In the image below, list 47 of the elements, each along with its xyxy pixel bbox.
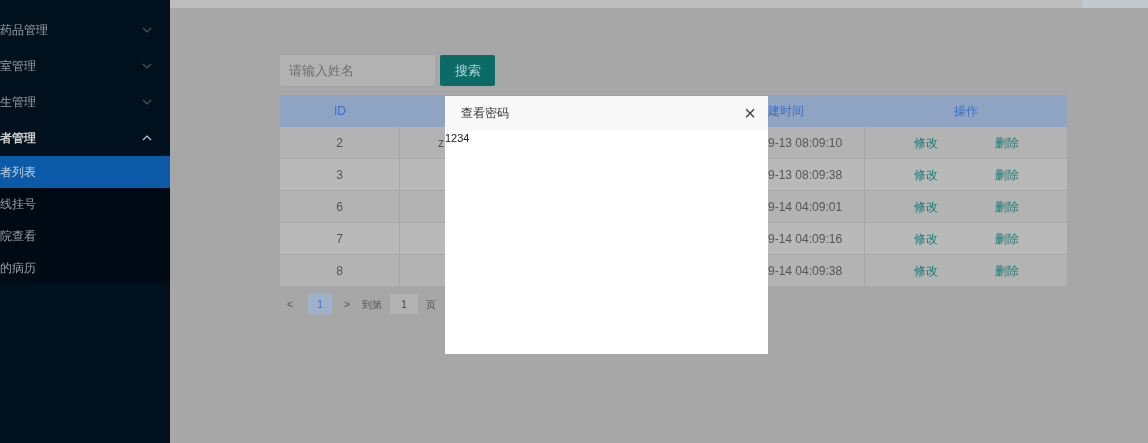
- menu-group[interactable]: 者管理: [0, 120, 170, 156]
- page-button[interactable]: 1: [308, 294, 332, 314]
- search-field[interactable]: 请输入姓名: [280, 55, 435, 86]
- chevron-down-icon: [142, 99, 152, 105]
- edit-link[interactable]: 修改: [913, 229, 938, 248]
- dialog-title: 查看密码: [461, 105, 509, 122]
- delete-link[interactable]: 删除: [994, 197, 1019, 216]
- table-cell: 7: [280, 223, 400, 254]
- menu-label: 室管理: [0, 58, 36, 75]
- table-cell-text: z: [438, 134, 445, 152]
- menu-group[interactable]: 药品管理: [0, 12, 170, 48]
- table-cell: 6: [280, 191, 400, 222]
- menu-label: 者管理: [0, 130, 36, 147]
- table-cell: 8: [280, 255, 400, 286]
- goto-label: 到第: [362, 297, 382, 312]
- prev-page-button[interactable]: <: [280, 296, 300, 312]
- page-input[interactable]: 1: [390, 294, 418, 314]
- password-text: 1234: [445, 131, 470, 146]
- table-cell: 3: [280, 159, 400, 190]
- delete-link[interactable]: 删除: [994, 261, 1019, 280]
- search-button[interactable]: 搜索: [440, 55, 495, 86]
- column-header: ID: [333, 103, 347, 120]
- edit-link[interactable]: 修改: [913, 197, 938, 216]
- edit-link[interactable]: 修改: [913, 165, 938, 184]
- menu-group[interactable]: 生管理: [0, 84, 170, 120]
- top-bar-corner: [1082, 0, 1148, 8]
- column-header: 建时间: [768, 103, 805, 120]
- menu-item[interactable]: 院查看: [0, 220, 170, 252]
- edit-link[interactable]: 修改: [913, 261, 938, 280]
- delete-link[interactable]: 删除: [994, 229, 1019, 248]
- next-page-button[interactable]: >: [340, 296, 354, 312]
- menu-item[interactable]: 的病历: [0, 252, 170, 284]
- edit-link[interactable]: 修改: [913, 133, 938, 152]
- delete-link[interactable]: 删除: [994, 133, 1019, 152]
- delete-link[interactable]: 删除: [994, 165, 1019, 184]
- menu-group[interactable]: 室管理: [0, 48, 170, 84]
- chevron-down-icon: [142, 63, 152, 69]
- close-button[interactable]: ×: [744, 103, 756, 123]
- page-unit: 页: [426, 297, 436, 312]
- chevron-down-icon: [142, 27, 152, 33]
- menu-item[interactable]: 者列表: [0, 156, 170, 188]
- menu-label: 生管理: [0, 94, 36, 111]
- column-header: 操作: [953, 103, 979, 120]
- table-cell: 2: [280, 127, 400, 158]
- menu-item[interactable]: 线挂号: [0, 188, 170, 220]
- chevron-up-icon: [142, 135, 152, 141]
- menu-label: 药品管理: [0, 22, 48, 39]
